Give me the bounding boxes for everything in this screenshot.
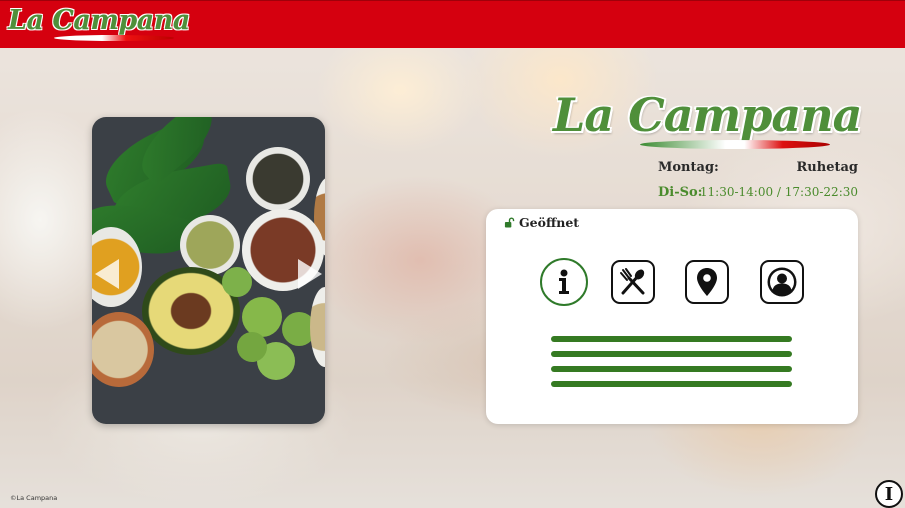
content-placeholder (551, 336, 792, 396)
info-fab-label: I (884, 483, 894, 505)
unlock-icon (504, 217, 515, 228)
contact-person-icon (767, 267, 797, 297)
info-icon (559, 269, 569, 294)
top-bar: La Campana (0, 0, 905, 48)
carousel-next-button[interactable] (298, 259, 322, 289)
hours-time: Ruhetag (796, 160, 859, 175)
brand-logo-swoosh (640, 140, 830, 149)
tab-contact[interactable] (760, 260, 804, 304)
hours-time: 11:30-14:00 / 17:30-22:30 (699, 185, 858, 199)
image-carousel[interactable] (92, 117, 325, 424)
header-logo-swoosh (54, 35, 174, 41)
info-fab-button[interactable]: I (875, 480, 903, 508)
brand-logo-text: La Campana (553, 88, 862, 142)
content-line (551, 366, 792, 372)
tab-info[interactable] (540, 258, 588, 306)
hours-day: Montag: (658, 160, 719, 175)
location-pin-icon (697, 268, 717, 296)
tab-location[interactable] (685, 260, 729, 304)
hours-day: Di-So: (658, 185, 703, 200)
info-card: Geöffnet (486, 209, 858, 424)
header-logo-text: La Campana (8, 5, 190, 36)
food-bowls-image (92, 117, 325, 424)
tab-menu[interactable] (611, 260, 655, 304)
status-text: Geöffnet (519, 215, 580, 230)
open-status: Geöffnet (504, 215, 579, 230)
content-line (551, 351, 792, 357)
copyright-text: ©La Campana (10, 494, 58, 502)
header-logo[interactable]: La Campana (8, 5, 190, 41)
content-line (551, 336, 792, 342)
content-line (551, 381, 792, 387)
carousel-prev-button[interactable] (95, 259, 119, 289)
cutlery-icon (620, 268, 645, 295)
brand-logo: La Campana (545, 88, 862, 154)
